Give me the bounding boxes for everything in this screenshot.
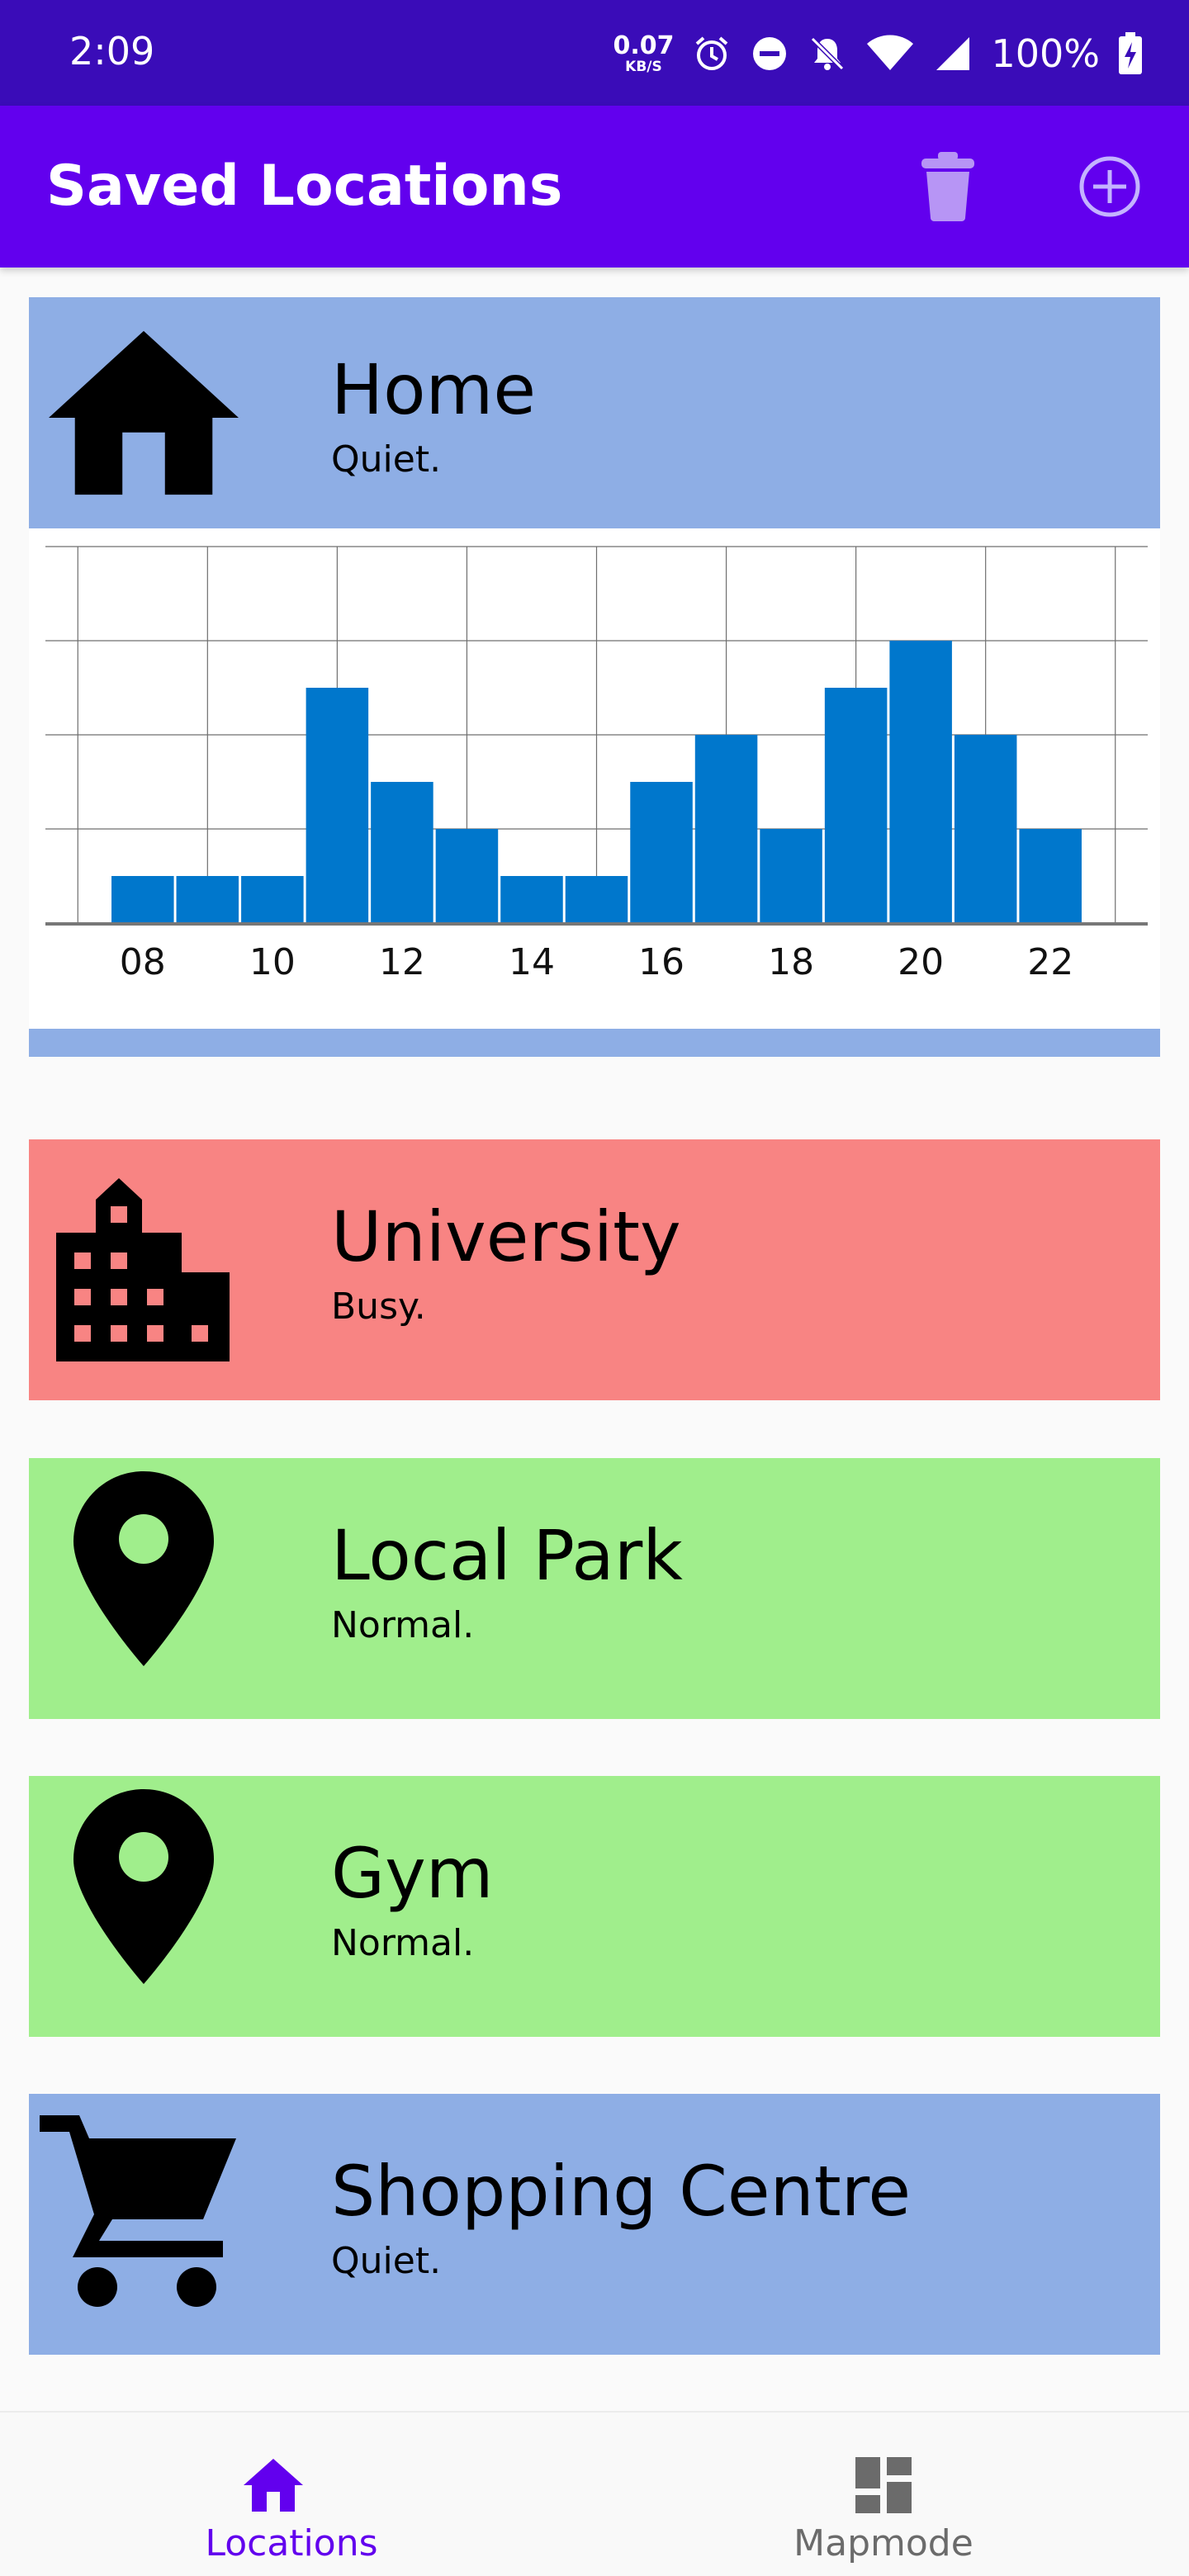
chart-bar: [111, 876, 174, 923]
network-speed-value: 0.07: [613, 31, 675, 60]
chart-plot-area: 08 10 12 14 16 18 20 22: [29, 528, 1160, 1057]
location-status: Busy.: [331, 1286, 426, 1328]
busyness-chart: 08 10 12 14 16 18 20 22: [29, 528, 1160, 1057]
chart-bar: [565, 876, 628, 923]
location-name: Local Park: [331, 1515, 683, 1596]
chart-bar: [176, 876, 239, 923]
x-tick-label: 18: [768, 941, 814, 983]
location-status: Normal.: [331, 1604, 475, 1646]
chart-bar: [889, 641, 952, 923]
add-location-button[interactable]: [1070, 147, 1149, 226]
chart-bar: [241, 876, 304, 923]
page-title: Saved Locations: [46, 154, 563, 219]
x-tick-label: 14: [509, 941, 555, 983]
chart-bar: [1019, 829, 1082, 923]
location-name: Gym: [331, 1833, 494, 1914]
chart-bar: [630, 782, 693, 923]
battery-charging-icon: [1118, 32, 1143, 75]
chart-bar: [824, 688, 888, 923]
chart-footer-strip: [29, 1029, 1160, 1057]
chart-bar: [954, 735, 1017, 923]
location-name: University: [331, 1196, 681, 1277]
location-name: Shopping Centre: [331, 2151, 912, 2232]
location-card-home[interactable]: Home Quiet. 08 10 12 14 16 18 20 22: [29, 297, 1160, 1057]
location-card-header[interactable]: University Busy.: [29, 1139, 1160, 1400]
location-status: Normal.: [331, 1922, 475, 1964]
status-bar: 2:09 0.07 KB/S 100%: [0, 0, 1189, 106]
location-card-header[interactable]: Gym Normal.: [29, 1776, 1160, 2037]
location-name: Home: [331, 349, 537, 430]
wifi-icon: [865, 34, 915, 73]
status-time: 2:09: [69, 29, 155, 73]
location-card-header[interactable]: Shopping Centre Quiet.: [29, 2094, 1160, 2355]
x-tick-label: 12: [379, 941, 425, 983]
x-tick-label: 08: [120, 941, 166, 983]
chart-bar: [371, 782, 433, 923]
battery-percentage: 100%: [991, 31, 1100, 76]
chart-bar: [760, 829, 822, 923]
shopping-cart-icon: [36, 2110, 250, 2308]
app-bar: Saved Locations: [0, 106, 1189, 268]
location-card-gym[interactable]: Gym Normal.: [29, 1776, 1160, 2037]
nav-tab-mapmode[interactable]: Mapmode: [594, 2413, 1189, 2576]
status-icons: 0.07 KB/S 100%: [613, 25, 1143, 83]
trash-icon: [921, 152, 974, 221]
add-circle-icon: [1079, 156, 1140, 217]
location-card-header[interactable]: Local Park Normal.: [29, 1458, 1160, 1719]
chart-bar: [306, 688, 369, 923]
x-tick-label: 22: [1027, 941, 1073, 983]
signal-icon: [933, 34, 973, 73]
x-tick-label: 20: [898, 941, 944, 983]
delete-button[interactable]: [915, 147, 981, 226]
x-tick-label: 16: [638, 941, 685, 983]
chart-bar: [435, 829, 499, 923]
alarm-icon: [692, 34, 732, 73]
home-nav-icon: [244, 2455, 303, 2515]
network-speed-unit: KB/S: [625, 58, 662, 75]
bar-chart: 08 10 12 14 16 18 20 22: [45, 546, 1148, 983]
home-icon: [49, 322, 239, 504]
network-speed: 0.07 KB/S: [613, 31, 675, 75]
building-icon: [49, 1178, 239, 1361]
chart-bar: [694, 735, 758, 923]
bottom-navigation: Locations Mapmode: [0, 2411, 1189, 2576]
nav-tab-locations[interactable]: Locations: [54, 2413, 649, 2576]
location-status: Quiet.: [331, 438, 442, 481]
chart-bar: [500, 876, 563, 923]
location-card-shopping-centre[interactable]: Shopping Centre Quiet.: [29, 2094, 1160, 2355]
nav-label-mapmode: Mapmode: [793, 2522, 973, 2564]
nav-label-locations: Locations: [205, 2522, 378, 2564]
location-status: Quiet.: [331, 2240, 442, 2282]
location-card-local-park[interactable]: Local Park Normal.: [29, 1458, 1160, 1719]
location-card-university[interactable]: University Busy.: [29, 1139, 1160, 1400]
location-pin-icon: [49, 1471, 239, 1666]
location-card-header[interactable]: Home Quiet.: [29, 297, 1160, 528]
x-tick-label: 10: [249, 941, 296, 983]
do-not-disturb-icon: [750, 34, 789, 73]
location-pin-icon: [49, 1789, 239, 1984]
notifications-off-icon: [808, 34, 847, 73]
dashboard-icon: [855, 2455, 912, 2515]
